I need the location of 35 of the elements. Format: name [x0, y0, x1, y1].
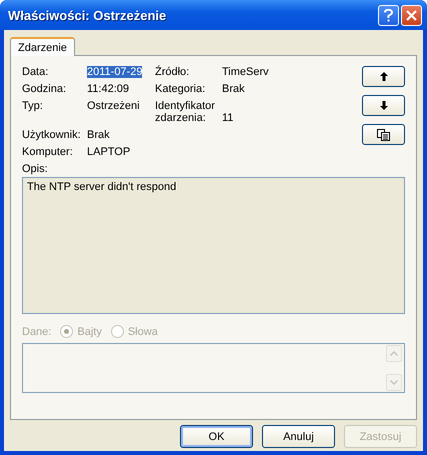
- field-value: TimeServ: [222, 66, 269, 78]
- field-value: Ostrzeżeni: [87, 100, 140, 112]
- field-label: Źródło:: [155, 66, 190, 78]
- field-label: Użytkownik:: [22, 129, 82, 141]
- chevron-up-icon: [390, 351, 398, 356]
- down-arrow-icon: [380, 101, 388, 110]
- data-label: Dane:: [22, 326, 52, 338]
- copy-icon: [377, 128, 390, 140]
- field-value: 11:42:09: [87, 83, 130, 95]
- description-field[interactable]: The NTP server didn't respond: [22, 177, 405, 314]
- help-icon: [384, 8, 393, 22]
- previous-button[interactable]: [362, 66, 405, 87]
- tab[interactable]: Zdarzenie: [10, 37, 75, 56]
- close-button[interactable]: [401, 4, 422, 26]
- field-label: Komputer:: [22, 146, 74, 158]
- chevron-down-icon: [390, 380, 398, 385]
- next-button[interactable]: [362, 95, 405, 116]
- field-value: Brak: [222, 83, 245, 95]
- window-title: Właściwości: Ostrzeżenie: [8, 8, 168, 22]
- up-arrow-icon: [380, 72, 388, 81]
- field-value: 11: [222, 112, 234, 124]
- field-value: LAPTOP: [87, 146, 130, 158]
- description-label: Opis:: [22, 163, 49, 175]
- dialog-button[interactable]: OK: [180, 425, 253, 448]
- field-label: Data:: [22, 66, 50, 78]
- dialog-button[interactable]: Anuluj: [262, 425, 335, 448]
- close-icon: [406, 10, 417, 20]
- copy-button[interactable]: [362, 124, 405, 145]
- field-value: 2011-07-29: [87, 66, 142, 78]
- help-button[interactable]: [378, 4, 399, 26]
- field-label: Identyfikator zdarzenia:: [155, 100, 216, 124]
- field-value: Brak: [87, 129, 110, 141]
- field-label: Kategoria:: [155, 83, 206, 95]
- field-label: Godzina:: [22, 83, 68, 95]
- field-label: Typ:: [22, 100, 44, 112]
